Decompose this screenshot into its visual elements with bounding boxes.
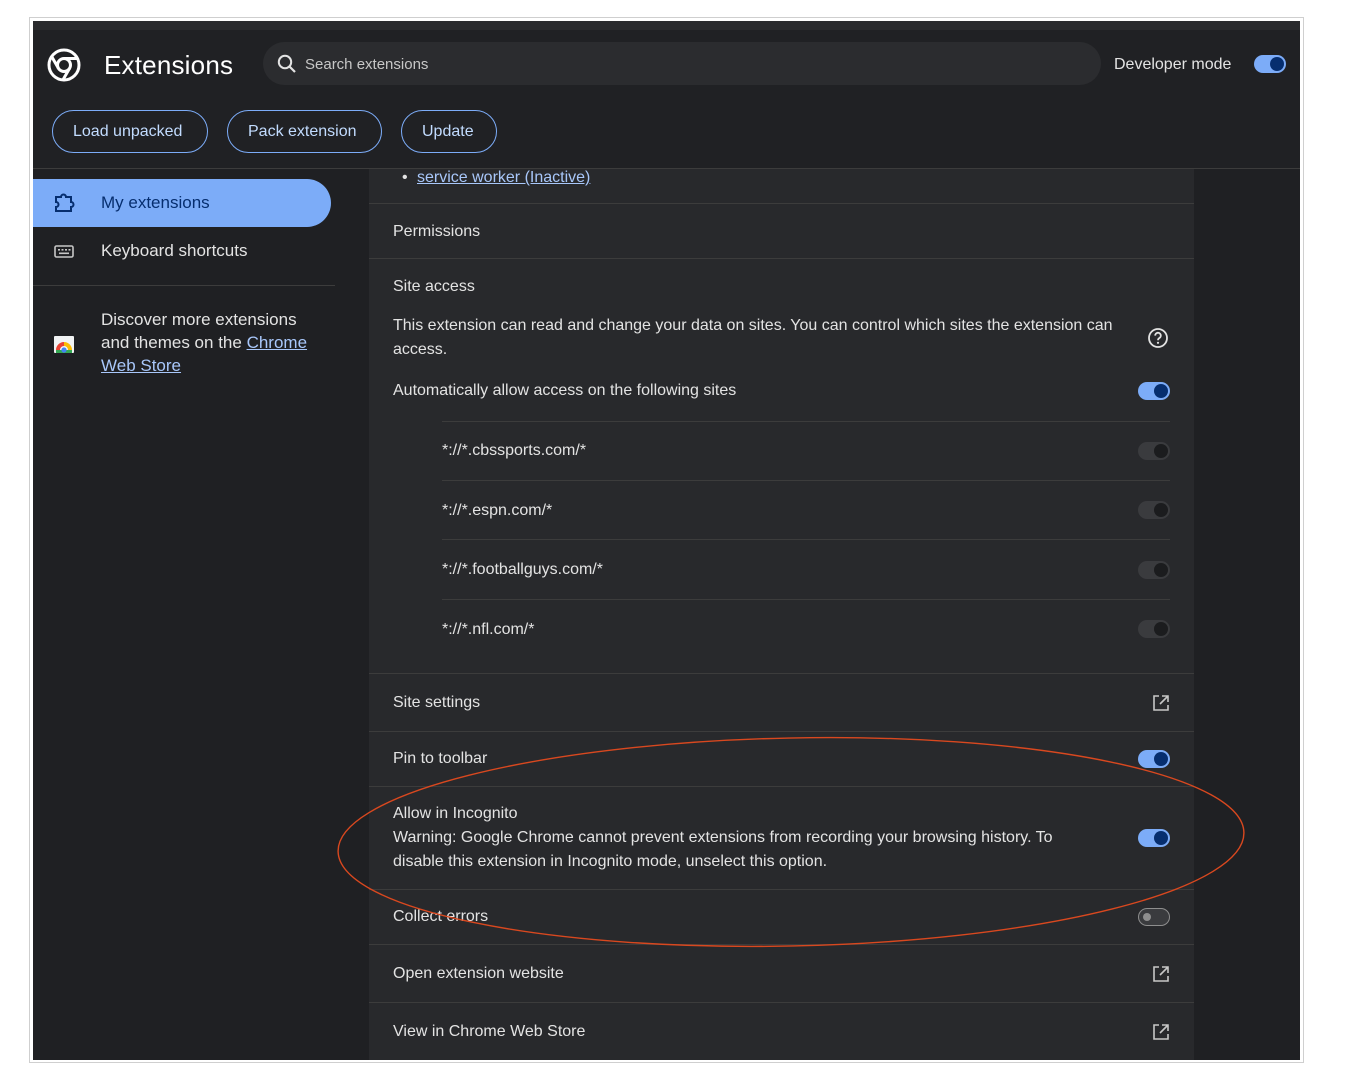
divider <box>369 258 1194 259</box>
pin-toolbar-toggle[interactable] <box>1138 750 1170 768</box>
collect-errors-toggle[interactable] <box>1138 908 1170 926</box>
search-bar[interactable] <box>263 42 1101 87</box>
promo-text-line1: Discover more extensions <box>101 310 297 329</box>
incognito-label: Allow in Incognito <box>393 805 518 822</box>
incognito-warning-line2: disable this extension in Incognito mode… <box>393 853 828 870</box>
developer-mode-toggle[interactable] <box>1254 55 1286 73</box>
promo-text-line2: and themes on the <box>101 333 242 352</box>
load-unpacked-button[interactable]: Load unpacked <box>52 110 208 153</box>
sidebar-item-label: Keyboard shortcuts <box>101 241 248 260</box>
incognito-warning-line1: Warning: Google Chrome cannot prevent ex… <box>393 829 1053 846</box>
web-store-icon <box>54 336 74 353</box>
divider <box>369 673 1194 674</box>
divider <box>442 539 1170 540</box>
bullet-marker: • <box>402 169 408 186</box>
site-toggle-footballguys[interactable] <box>1138 561 1170 579</box>
open-in-new-icon[interactable] <box>1151 964 1171 984</box>
divider <box>442 480 1170 481</box>
site-pattern: *://*.espn.com/* <box>442 502 553 519</box>
divider <box>369 889 1194 890</box>
auto-allow-label: Automatically allow access on the follow… <box>393 382 737 399</box>
site-pattern: *://*.nfl.com/* <box>442 621 535 638</box>
pin-toolbar-label: Pin to toolbar <box>393 750 488 767</box>
incognito-toggle[interactable] <box>1138 829 1170 847</box>
site-access-description-line2: access. <box>393 341 448 358</box>
extension-details-panel: • service worker (Inactive) Permissions … <box>369 169 1194 1060</box>
divider <box>442 599 1170 600</box>
site-pattern: *://*.footballguys.com/* <box>442 561 603 578</box>
divider <box>369 1002 1194 1003</box>
puzzle-piece-icon <box>55 193 75 212</box>
divider <box>369 944 1194 945</box>
site-toggle-nfl[interactable] <box>1138 620 1170 638</box>
top-strip <box>33 21 1300 30</box>
keyboard-icon <box>54 245 74 258</box>
header: Extensions Developer mode Load unpacked … <box>33 21 1300 169</box>
help-icon[interactable] <box>1147 327 1169 349</box>
sidebar: My extensions Keyboard shortcuts Discove… <box>33 169 335 1060</box>
divider <box>369 731 1194 732</box>
update-button[interactable]: Update <box>401 110 497 153</box>
search-input[interactable] <box>303 42 1067 87</box>
pack-extension-button[interactable]: Pack extension <box>227 110 382 153</box>
sidebar-item-keyboard-shortcuts[interactable]: Keyboard shortcuts <box>33 227 331 275</box>
search-icon <box>277 54 296 73</box>
site-pattern: *://*.cbssports.com/* <box>442 442 587 459</box>
site-toggle-espn[interactable] <box>1138 501 1170 519</box>
chrome-logo-icon <box>47 48 81 82</box>
extensions-window: Extensions Developer mode Load unpacked … <box>33 21 1300 1060</box>
site-settings-label[interactable]: Site settings <box>393 694 480 712</box>
sidebar-item-label: My extensions <box>101 193 210 212</box>
sidebar-item-my-extensions[interactable]: My extensions <box>33 179 331 227</box>
site-access-label: Site access <box>393 278 475 295</box>
developer-mode-label: Developer mode <box>1114 56 1232 73</box>
divider <box>369 786 1194 787</box>
collect-errors-label: Collect errors <box>393 908 489 925</box>
open-in-new-icon[interactable] <box>1151 1022 1171 1042</box>
open-extension-website-label[interactable]: Open extension website <box>393 965 564 983</box>
sidebar-divider <box>33 285 335 286</box>
service-worker-link[interactable]: service worker (Inactive) <box>417 169 590 187</box>
page-title: Extensions <box>104 50 234 80</box>
web-store-promo: Discover more extensions and themes on t… <box>101 308 331 377</box>
divider <box>369 203 1194 204</box>
auto-allow-toggle[interactable] <box>1138 382 1170 400</box>
view-in-web-store-label[interactable]: View in Chrome Web Store <box>393 1023 585 1041</box>
divider <box>442 421 1170 422</box>
site-access-description-line1: This extension can read and change your … <box>393 317 1113 334</box>
site-toggle-cbssports[interactable] <box>1138 442 1170 460</box>
permissions-label: Permissions <box>393 223 481 240</box>
open-in-new-icon[interactable] <box>1151 693 1171 713</box>
